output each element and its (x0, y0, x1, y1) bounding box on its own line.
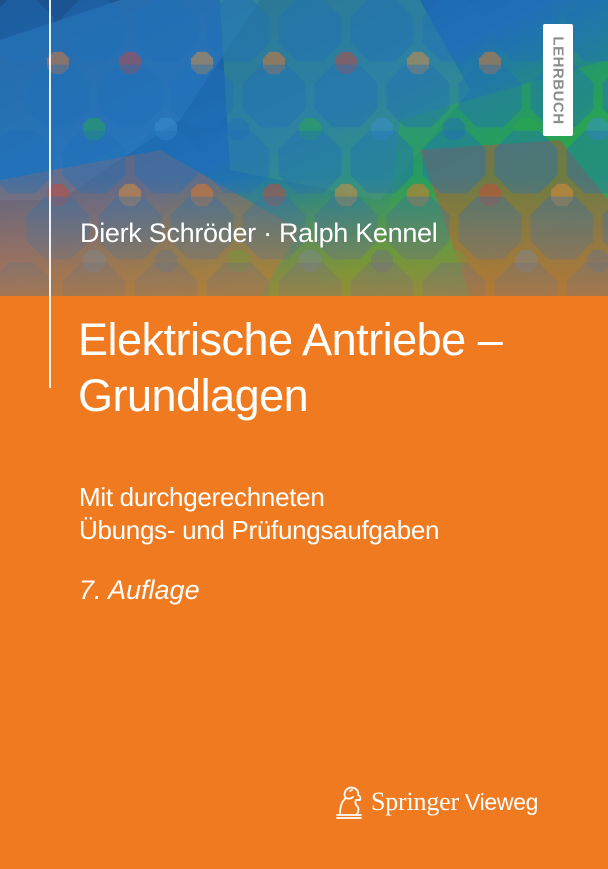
series-badge-label: LEHRBUCH (549, 35, 567, 125)
book-subtitle-line-2: Übungs- und Prüfungsaufgaben (79, 515, 440, 545)
book-cover: LEHRBUCH Dierk Schröder · Ralph Kennel E… (0, 0, 608, 869)
book-subtitle: Mit durchgerechneten Übungs- und Prüfung… (79, 481, 440, 547)
book-title: Elektrische Antriebe – Grundlagen (78, 312, 578, 424)
edition: 7. Auflage (79, 575, 200, 605)
book-subtitle-line-1: Mit durchgerechneten (79, 482, 325, 512)
authors: Dierk Schröder · Ralph Kennel (80, 218, 438, 248)
vertical-rule (49, 0, 51, 388)
publisher-logo: Springer Vieweg (333, 782, 538, 822)
book-title-line-2: Grundlagen (78, 370, 309, 421)
publisher-imprint: Vieweg (464, 788, 539, 815)
book-title-line-1: Elektrische Antriebe – (78, 314, 503, 365)
series-badge: LEHRBUCH (543, 24, 573, 136)
springer-knight-icon (336, 786, 362, 819)
decorative-octagon-pattern (0, 0, 608, 296)
publisher-name: Springer (371, 787, 459, 816)
